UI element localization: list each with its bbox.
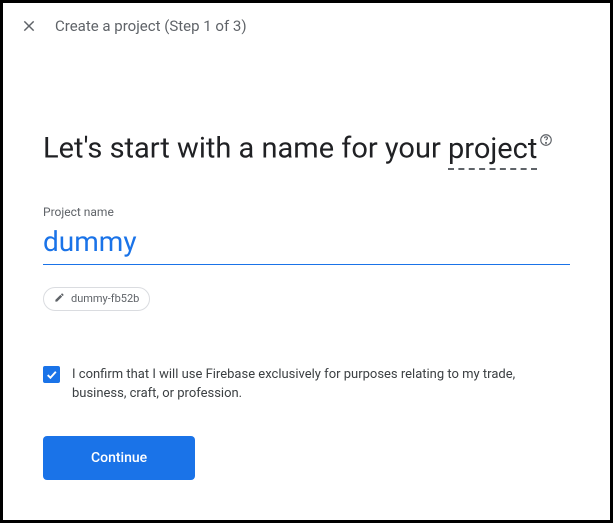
dialog-title: Create a project (Step 1 of 3) (55, 17, 247, 35)
project-id-chip[interactable]: dummy-fb52b (43, 287, 150, 311)
help-icon[interactable] (539, 119, 553, 158)
confirm-checkbox[interactable] (43, 366, 60, 383)
confirm-text: I confirm that I will use Firebase exclu… (72, 365, 570, 404)
confirm-row: I confirm that I will use Firebase exclu… (43, 365, 570, 404)
project-name-label: Project name (43, 205, 570, 219)
dialog-content: Let's start with a name for your project… (3, 49, 610, 480)
headline-text: Let's start with a name for your (43, 132, 448, 166)
project-id-text: dummy-fb52b (71, 292, 139, 305)
close-icon[interactable] (21, 18, 37, 34)
pencil-icon (54, 292, 65, 306)
continue-button[interactable]: Continue (43, 436, 195, 480)
dialog-header: Create a project (Step 1 of 3) (3, 3, 610, 49)
project-name-input[interactable] (43, 223, 570, 265)
headline: Let's start with a name for your project (43, 119, 570, 169)
headline-underlined: project (448, 132, 537, 170)
